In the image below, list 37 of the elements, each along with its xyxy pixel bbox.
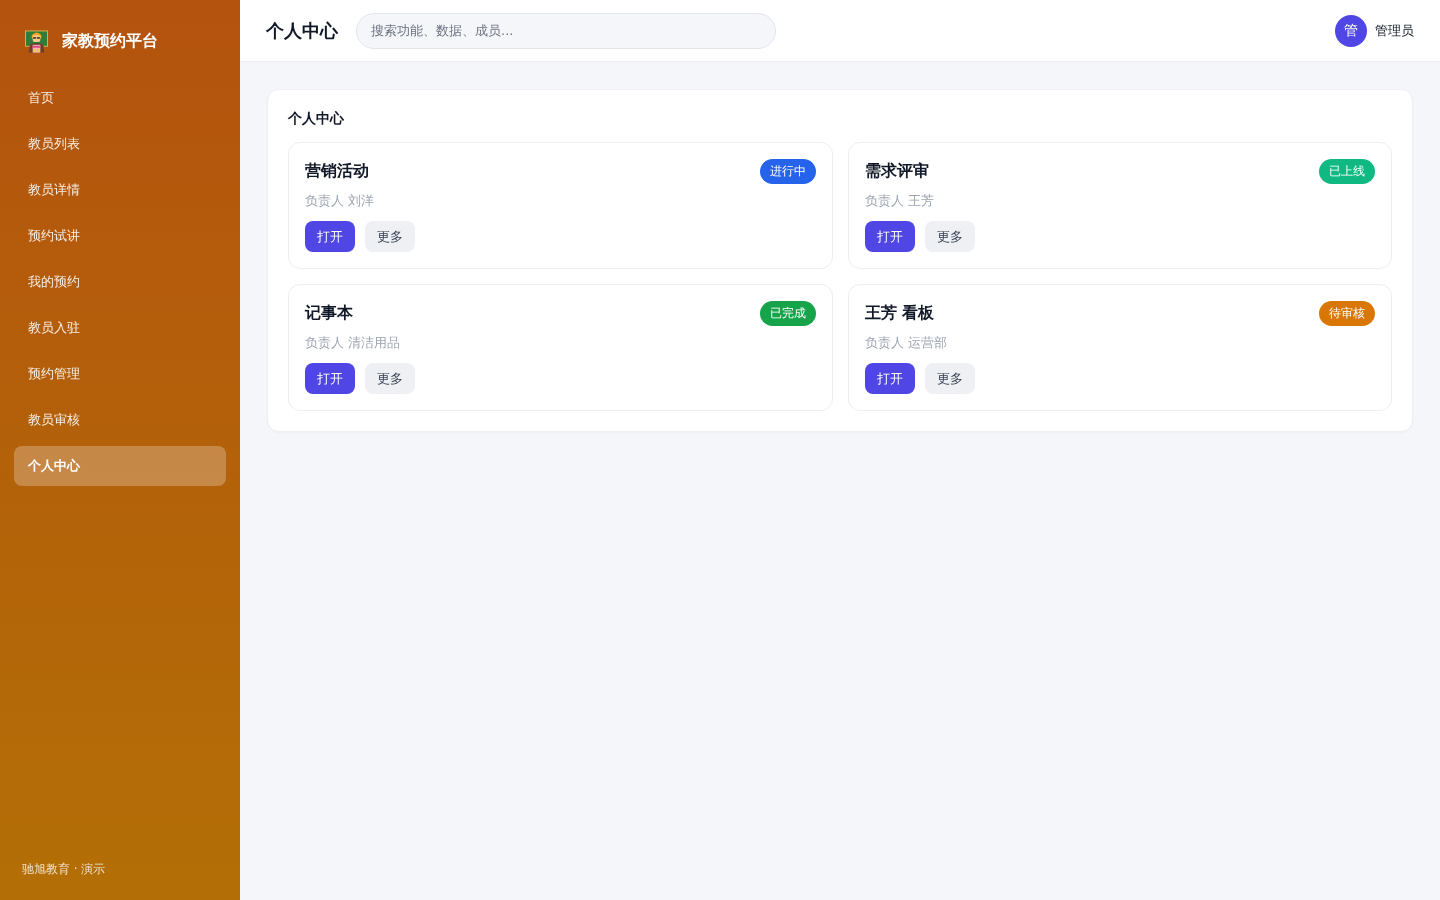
owner-text: 负责人 运营部 (864, 334, 947, 352)
more-button[interactable]: 更多 (924, 363, 975, 394)
nav-item[interactable]: 教员审核 (14, 400, 226, 440)
nav-item[interactable]: 个人中心 (14, 446, 226, 486)
footer-text: 驰旭教育 · 演示 (21, 861, 106, 878)
open-button[interactable]: 打开 (305, 363, 355, 394)
nav-item[interactable]: 教员列表 (14, 124, 226, 164)
panel-title: 个人中心 (288, 110, 344, 128)
nav-item[interactable]: 我的预约 (14, 262, 226, 302)
card-title: 王芳 看板 (864, 303, 935, 324)
nav-item[interactable]: 预约管理 (14, 354, 226, 394)
nav-item[interactable]: 教员详情 (14, 170, 226, 210)
status-badge: 已完成 (759, 301, 816, 326)
more-button[interactable]: 更多 (365, 221, 415, 252)
open-button[interactable]: 打开 (864, 221, 915, 252)
owner-text: 负责人 王芳 (864, 192, 934, 210)
nav-item[interactable]: 预约试讲 (14, 216, 226, 256)
more-button[interactable]: 更多 (924, 221, 975, 252)
open-button[interactable]: 打开 (305, 221, 355, 252)
card-title: 需求评审 (864, 161, 929, 182)
nav-item[interactable]: 首页 (14, 78, 226, 118)
avatar: 管 (1335, 14, 1367, 47)
status-badge: 进行中 (759, 159, 816, 184)
search-field[interactable]: 搜索功能、数据、成员... (356, 12, 776, 49)
card-title: 记事本 (305, 303, 353, 324)
teacher-icon (25, 29, 48, 53)
card-title: 营销活动 (305, 161, 369, 182)
page-title: 个人中心 (266, 18, 338, 43)
brand-name: 家教预约平台 (62, 30, 158, 52)
status-badge: 已上线 (1319, 159, 1375, 184)
owner-text: 负责人 清洁用品 (305, 334, 401, 352)
owner-text: 负责人 刘洋 (305, 192, 375, 210)
user-name: 管理员 (1375, 21, 1414, 40)
status-badge: 待审核 (1319, 301, 1375, 326)
nav-item[interactable]: 教员入驻 (14, 308, 226, 348)
open-button[interactable]: 打开 (864, 363, 915, 394)
more-button[interactable]: 更多 (365, 363, 415, 394)
